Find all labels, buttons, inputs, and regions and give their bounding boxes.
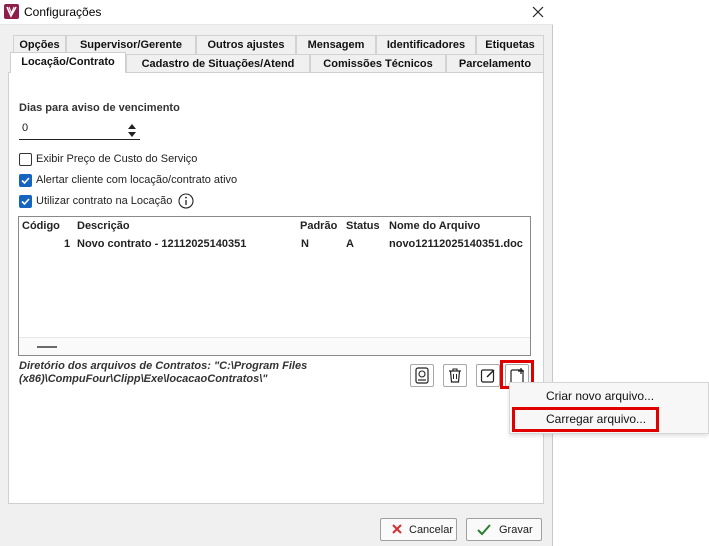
- dias-aviso-value[interactable]: 0: [22, 122, 28, 134]
- exibir-preco-label: Exibir Preço de Custo do Serviço: [36, 153, 198, 165]
- info-icon[interactable]: [178, 193, 194, 209]
- app-logo-icon: [4, 4, 19, 19]
- alertar-cliente-checkbox[interactable]: [19, 174, 32, 187]
- grid-header-padrao[interactable]: Padrão: [300, 220, 337, 232]
- grid-header-descricao[interactable]: Descrição: [77, 220, 130, 232]
- spin-down-icon[interactable]: [127, 130, 137, 138]
- view-document-button[interactable]: [410, 364, 434, 387]
- close-icon[interactable]: [528, 2, 548, 22]
- delete-button[interactable]: [443, 364, 467, 387]
- dias-aviso-spinner[interactable]: 0: [19, 118, 140, 140]
- directory-text: Diretório dos arquivos de Contratos: "C:…: [19, 360, 308, 385]
- tab-mensagem[interactable]: Mensagem: [296, 35, 376, 54]
- alertar-cliente-label: Alertar cliente com locação/contrato ati…: [36, 174, 238, 186]
- exibir-preco-checkbox[interactable]: [19, 153, 32, 166]
- grid-cell-padrao[interactable]: N: [301, 238, 309, 250]
- tab-outros-ajustes[interactable]: Outros ajustes: [196, 35, 296, 54]
- tab-comissoes-tecnicos[interactable]: Comissões Técnicos: [310, 54, 446, 73]
- grid-cell-arquivo[interactable]: novo12112025140351.doc: [389, 238, 523, 250]
- grid-cell-descricao[interactable]: Novo contrato - 12112025140351: [77, 238, 246, 250]
- tab-cadastro-situacoes[interactable]: Cadastro de Situações/Atend: [126, 54, 310, 73]
- spin-up-icon[interactable]: [127, 121, 137, 129]
- grid-cell-status[interactable]: A: [346, 238, 354, 250]
- utilizar-contrato-checkbox[interactable]: [19, 195, 32, 208]
- edit-button[interactable]: [476, 364, 500, 387]
- grid-header-nome-arquivo[interactable]: Nome do Arquivo: [389, 220, 480, 232]
- cancel-button-label: Cancelar: [409, 524, 454, 536]
- save-button[interactable]: Gravar: [466, 518, 542, 541]
- tab-identificadores[interactable]: Identificadores: [376, 35, 476, 54]
- grid-header-codigo[interactable]: Código: [22, 220, 60, 232]
- cancel-button[interactable]: Cancelar: [380, 518, 457, 541]
- horizontal-scrollbar[interactable]: [19, 337, 530, 355]
- utilizar-contrato-label: Utilizar contrato na Locação: [36, 195, 173, 207]
- title-bar: Configurações: [0, 0, 553, 25]
- carregar-arquivo-highlight: [512, 407, 659, 432]
- window-title: Configurações: [24, 5, 102, 19]
- tab-locacao-contrato[interactable]: Locação/Contrato: [10, 52, 126, 73]
- configuracoes-window: Configurações Opções Supervisor/Gerente …: [0, 0, 553, 546]
- grid-cell-codigo[interactable]: 1: [64, 238, 70, 250]
- tab-parcelamento[interactable]: Parcelamento: [446, 54, 544, 73]
- dias-aviso-label: Dias para aviso de vencimento: [19, 102, 180, 114]
- save-button-label: Gravar: [499, 524, 533, 536]
- tab-etiquetas[interactable]: Etiquetas: [476, 35, 544, 54]
- contratos-grid[interactable]: Código Descrição Padrão Status Nome do A…: [18, 216, 531, 356]
- grid-header-status[interactable]: Status: [346, 220, 380, 232]
- scrollbar-thumb[interactable]: [37, 346, 57, 348]
- menu-item-criar-novo-arquivo[interactable]: Criar novo arquivo...: [546, 389, 654, 403]
